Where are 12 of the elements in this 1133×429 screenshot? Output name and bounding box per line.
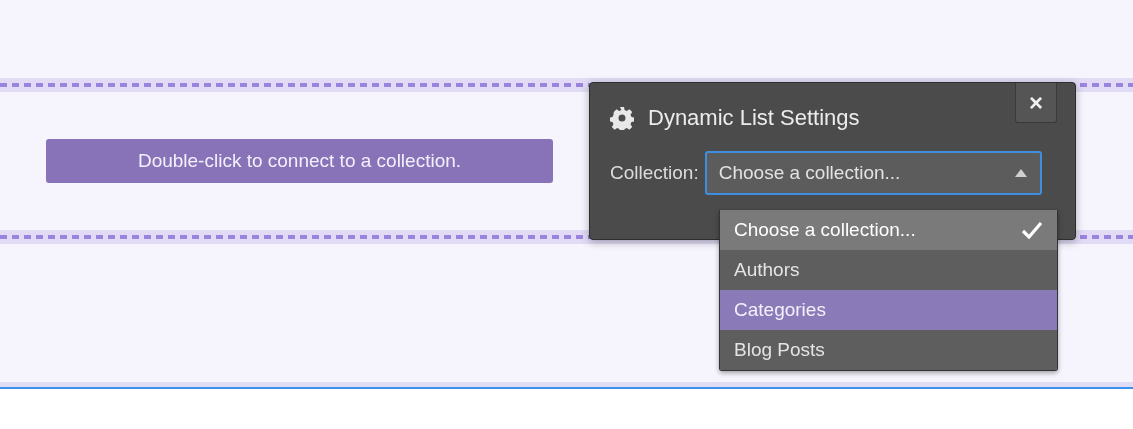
field-label: Collection: [610,162,699,184]
settings-icon [610,106,634,130]
caret-icon [1013,168,1028,178]
dropdown-option[interactable]: Blog Posts [720,330,1057,370]
close-button[interactable]: × [1015,83,1057,123]
collection-select[interactable]: Choose a collection... [704,151,1042,195]
checkmark-icon [1021,221,1043,239]
dropdown-option[interactable]: Categories [720,290,1057,330]
connect-collection-banner[interactable]: Double-click to connect to a collection. [46,139,553,183]
dropdown-option[interactable]: Choose a collection... [720,210,1057,250]
dialog-title: Dynamic List Settings [648,105,860,131]
dropdown-option[interactable]: Authors [720,250,1057,290]
